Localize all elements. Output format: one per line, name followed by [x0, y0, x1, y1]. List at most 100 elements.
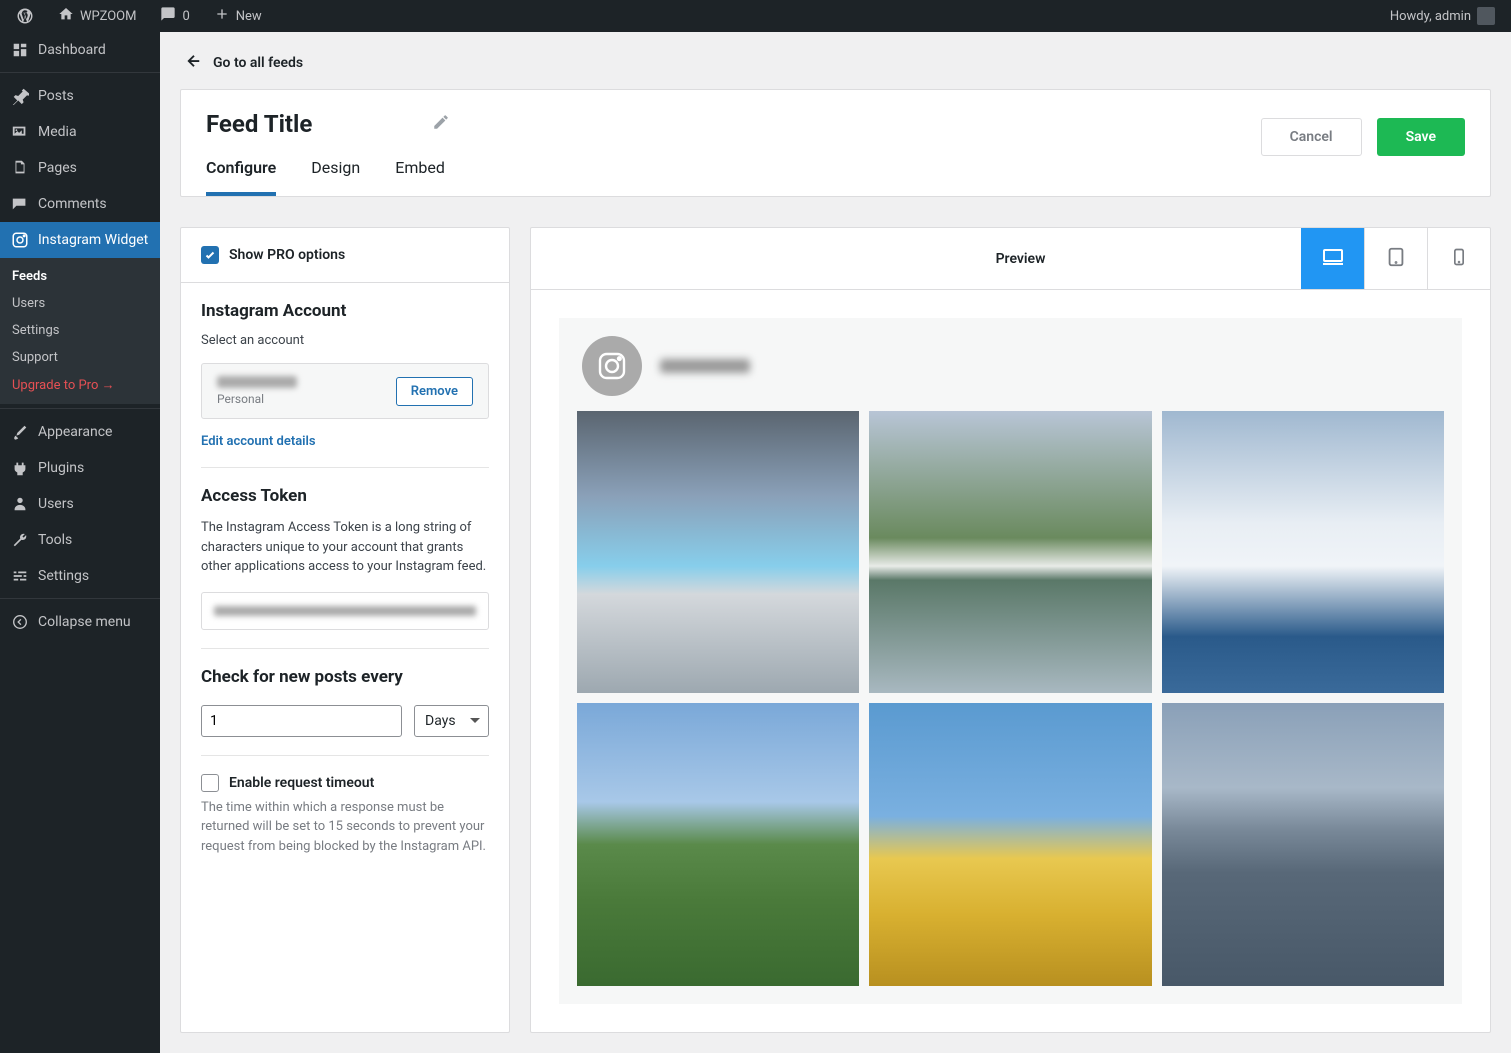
menu-divider: [0, 404, 160, 409]
back-link[interactable]: Go to all feeds: [180, 52, 1491, 74]
device-desktop-tab[interactable]: [1301, 228, 1364, 289]
menu-plugins-label: Plugins: [38, 460, 84, 476]
menu-settings[interactable]: Settings: [0, 558, 160, 594]
collapse-menu[interactable]: Collapse menu: [0, 604, 160, 640]
ig-photo[interactable]: [869, 703, 1151, 985]
account-sub: Select an account: [201, 333, 489, 348]
check-unit-value: Days: [425, 713, 456, 729]
ig-photo[interactable]: [869, 411, 1151, 693]
tablet-icon: [1385, 246, 1407, 272]
user-icon: [10, 494, 30, 514]
tab-configure[interactable]: Configure: [206, 158, 276, 196]
wrench-icon: [10, 530, 30, 550]
menu-media[interactable]: Media: [0, 114, 160, 150]
comments-count: 0: [182, 9, 189, 24]
arrow-left-icon: [185, 52, 203, 74]
menu-pages-label: Pages: [38, 160, 77, 176]
ig-photo[interactable]: [577, 703, 859, 985]
menu-tools[interactable]: Tools: [0, 522, 160, 558]
feed-title: Feed Title: [206, 110, 312, 138]
admin-bar: WPZOOM 0 New Howdy, admin: [0, 0, 1511, 32]
back-link-label: Go to all feeds: [213, 55, 303, 71]
submenu-upgrade[interactable]: Upgrade to Pro →: [0, 371, 160, 399]
tab-design[interactable]: Design: [311, 158, 360, 196]
menu-pages[interactable]: Pages: [0, 150, 160, 186]
device-tabs: [1301, 228, 1490, 289]
token-value-redacted: [214, 606, 476, 616]
preview-title: Preview: [740, 251, 1301, 267]
plug-icon: [10, 458, 30, 478]
submenu-users[interactable]: Users: [0, 290, 160, 317]
menu-comments[interactable]: Comments: [0, 186, 160, 222]
submenu: Feeds Users Settings Support Upgrade to …: [0, 258, 160, 404]
menu-plugins[interactable]: Plugins: [0, 450, 160, 486]
device-phone-tab[interactable]: [1427, 228, 1490, 289]
menu-divider: [0, 594, 160, 599]
device-tablet-tab[interactable]: [1364, 228, 1427, 289]
account-name-redacted: [217, 376, 297, 388]
instagram-icon: [10, 230, 30, 250]
token-title: Access Token: [201, 486, 489, 506]
show-pro-label: Show PRO options: [229, 247, 345, 263]
menu-appearance[interactable]: Appearance: [0, 414, 160, 450]
site-link[interactable]: WPZOOM: [50, 0, 144, 32]
sliders-icon: [10, 566, 30, 586]
comments-link[interactable]: 0: [152, 0, 197, 32]
comment-icon: [10, 194, 30, 214]
remove-button[interactable]: Remove: [396, 377, 473, 406]
timeout-desc: The time within which a response must be…: [201, 798, 489, 857]
howdy-text: Howdy, admin: [1390, 9, 1471, 24]
ig-avatar: [582, 336, 642, 396]
submenu-feeds[interactable]: Feeds: [0, 263, 160, 290]
ig-photo[interactable]: [1162, 411, 1444, 693]
preview-body: [531, 290, 1490, 1032]
user-menu[interactable]: Howdy, admin: [1382, 0, 1503, 32]
menu-posts[interactable]: Posts: [0, 78, 160, 114]
phone-icon: [1449, 247, 1469, 271]
ig-header: [577, 336, 1444, 396]
menu-posts-label: Posts: [38, 88, 74, 104]
edit-account-link[interactable]: Edit account details: [201, 434, 316, 449]
check-number-input[interactable]: [201, 705, 402, 737]
menu-appearance-label: Appearance: [38, 424, 112, 440]
media-icon: [10, 122, 30, 142]
admin-sidebar: Dashboard Posts Media Pages Comments Ins…: [0, 32, 160, 1053]
account-type: Personal: [217, 392, 297, 406]
admin-bar-right: Howdy, admin: [1382, 0, 1503, 32]
brush-icon: [10, 422, 30, 442]
check-title: Check for new posts every: [201, 667, 489, 687]
cancel-button[interactable]: Cancel: [1261, 118, 1362, 156]
menu-users-label: Users: [38, 496, 74, 512]
site-name: WPZOOM: [80, 9, 136, 24]
check-unit-select[interactable]: Days: [414, 705, 489, 737]
pencil-icon[interactable]: [432, 113, 450, 136]
checkbox-show-pro[interactable]: [201, 246, 219, 264]
wordpress-logo-icon[interactable]: [8, 0, 42, 32]
menu-instagram-label: Instagram Widget: [38, 232, 148, 248]
ig-photo[interactable]: [577, 411, 859, 693]
menu-users[interactable]: Users: [0, 486, 160, 522]
checkbox-timeout[interactable]: [201, 774, 219, 792]
pin-icon: [10, 86, 30, 106]
menu-instagram-widget[interactable]: Instagram Widget: [0, 222, 160, 258]
timeout-label: Enable request timeout: [229, 775, 374, 791]
save-button[interactable]: Save: [1377, 118, 1465, 156]
ig-photo[interactable]: [1162, 703, 1444, 985]
menu-dashboard[interactable]: Dashboard: [0, 32, 160, 68]
tab-embed[interactable]: Embed: [395, 158, 445, 196]
new-label: New: [236, 9, 262, 24]
pages-icon: [10, 158, 30, 178]
desktop-icon: [1321, 245, 1345, 273]
home-icon: [58, 6, 74, 26]
account-box: Personal Remove: [201, 363, 489, 419]
plus-icon: [214, 6, 230, 26]
show-pro-row[interactable]: Show PRO options: [181, 228, 509, 283]
token-input[interactable]: [201, 592, 489, 630]
ig-handle-redacted: [660, 359, 750, 373]
menu-settings-label: Settings: [38, 568, 89, 584]
submenu-support[interactable]: Support: [0, 344, 160, 371]
new-link[interactable]: New: [206, 0, 270, 32]
submenu-settings[interactable]: Settings: [0, 317, 160, 344]
token-desc: The Instagram Access Token is a long str…: [201, 518, 489, 577]
menu-dashboard-label: Dashboard: [38, 42, 106, 58]
